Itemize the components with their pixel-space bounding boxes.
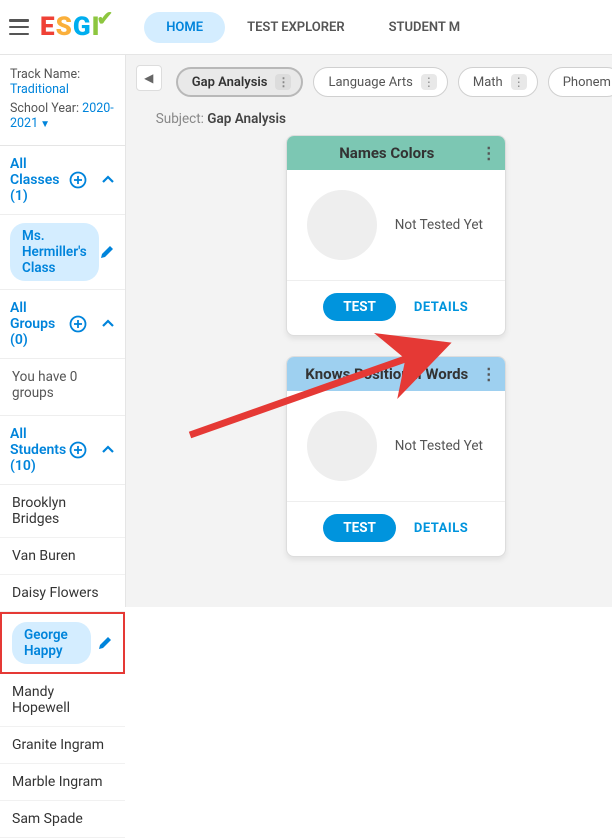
- track-row: Track Name: Traditional: [10, 67, 115, 97]
- class-item[interactable]: Ms. Hermiller's Class: [10, 223, 99, 281]
- add-group-icon[interactable]: [69, 315, 87, 333]
- collapse-sidebar-button[interactable]: ◀: [136, 65, 162, 91]
- add-class-icon[interactable]: [69, 171, 87, 189]
- student-item[interactable]: Marble Ingram: [0, 764, 125, 801]
- student-item[interactable]: Brooklyn Bridges: [0, 485, 125, 538]
- track-value[interactable]: Traditional: [10, 82, 69, 97]
- nav-home[interactable]: HOME: [144, 12, 225, 43]
- student-active-label: George Happy: [12, 622, 91, 664]
- chart-placeholder-icon: [307, 190, 377, 260]
- school-year-label: School Year:: [10, 101, 79, 116]
- nav-test-explorer[interactable]: TEST EXPLORER: [225, 12, 367, 43]
- edit-student-icon[interactable]: [97, 635, 113, 651]
- card-menu-icon[interactable]: ⋮: [481, 365, 497, 384]
- test-status: Not Tested Yet: [395, 217, 483, 233]
- track-label: Track Name:: [10, 67, 80, 82]
- collapse-students-icon[interactable]: [101, 443, 115, 457]
- student-item[interactable]: Daisy Flowers: [0, 575, 125, 612]
- all-groups-header[interactable]: All Groups (0): [10, 300, 69, 348]
- card-menu-icon[interactable]: ⋮: [481, 144, 497, 163]
- subject-chip-phonem[interactable]: Phonem: [548, 67, 612, 97]
- collapse-classes-icon[interactable]: [101, 173, 115, 187]
- nav-student-manager[interactable]: STUDENT M: [367, 12, 483, 43]
- card-title: Knows Positional Words: [305, 365, 468, 383]
- all-students-header[interactable]: All Students (10): [10, 426, 69, 474]
- school-year-row: School Year: 2020-2021▼: [10, 101, 115, 131]
- add-student-icon[interactable]: [69, 441, 87, 459]
- subject-chip-math[interactable]: Math⋮: [458, 67, 538, 97]
- subject-chip-language-arts[interactable]: Language Arts⋮: [313, 67, 447, 97]
- subject-chip-gap-analysis[interactable]: Gap Analysis⋮: [176, 67, 304, 97]
- test-card-positional-words: Knows Positional Words ⋮ Not Tested Yet …: [286, 356, 506, 557]
- details-link[interactable]: DETAILS: [414, 521, 468, 536]
- student-item[interactable]: Granite Ingram: [0, 727, 125, 764]
- chip-menu-icon[interactable]: ⋮: [275, 74, 291, 90]
- chip-menu-icon[interactable]: ⋮: [421, 74, 437, 90]
- menu-icon[interactable]: [8, 16, 30, 38]
- chart-placeholder-icon: [307, 411, 377, 481]
- test-status: Not Tested Yet: [395, 438, 483, 454]
- test-card-names-colors: Names Colors ⋮ Not Tested Yet TEST DETAI…: [286, 135, 506, 336]
- details-link[interactable]: DETAILS: [414, 300, 468, 315]
- test-button[interactable]: TEST: [323, 293, 396, 321]
- student-item[interactable]: Mandy Hopewell: [0, 674, 125, 727]
- main-content: ◀ Gap Analysis⋮ Language Arts⋮ Math⋮ Pho…: [126, 55, 612, 607]
- subject-line: Subject: Gap Analysis: [156, 111, 612, 127]
- all-classes-header[interactable]: All Classes (1): [10, 156, 69, 204]
- chip-menu-icon[interactable]: ⋮: [511, 74, 527, 90]
- student-item[interactable]: Van Buren: [0, 538, 125, 575]
- test-button[interactable]: TEST: [323, 514, 396, 542]
- no-groups-text: You have 0 groups: [0, 359, 125, 416]
- sidebar: Track Name: Traditional School Year: 202…: [0, 55, 126, 607]
- card-title: Names Colors: [339, 144, 434, 162]
- edit-class-icon[interactable]: [99, 244, 115, 260]
- collapse-groups-icon[interactable]: [101, 317, 115, 331]
- student-item[interactable]: Sam Spade: [0, 801, 125, 838]
- logo: ESGI✔: [40, 12, 114, 42]
- student-item-selected[interactable]: George Happy: [0, 612, 125, 674]
